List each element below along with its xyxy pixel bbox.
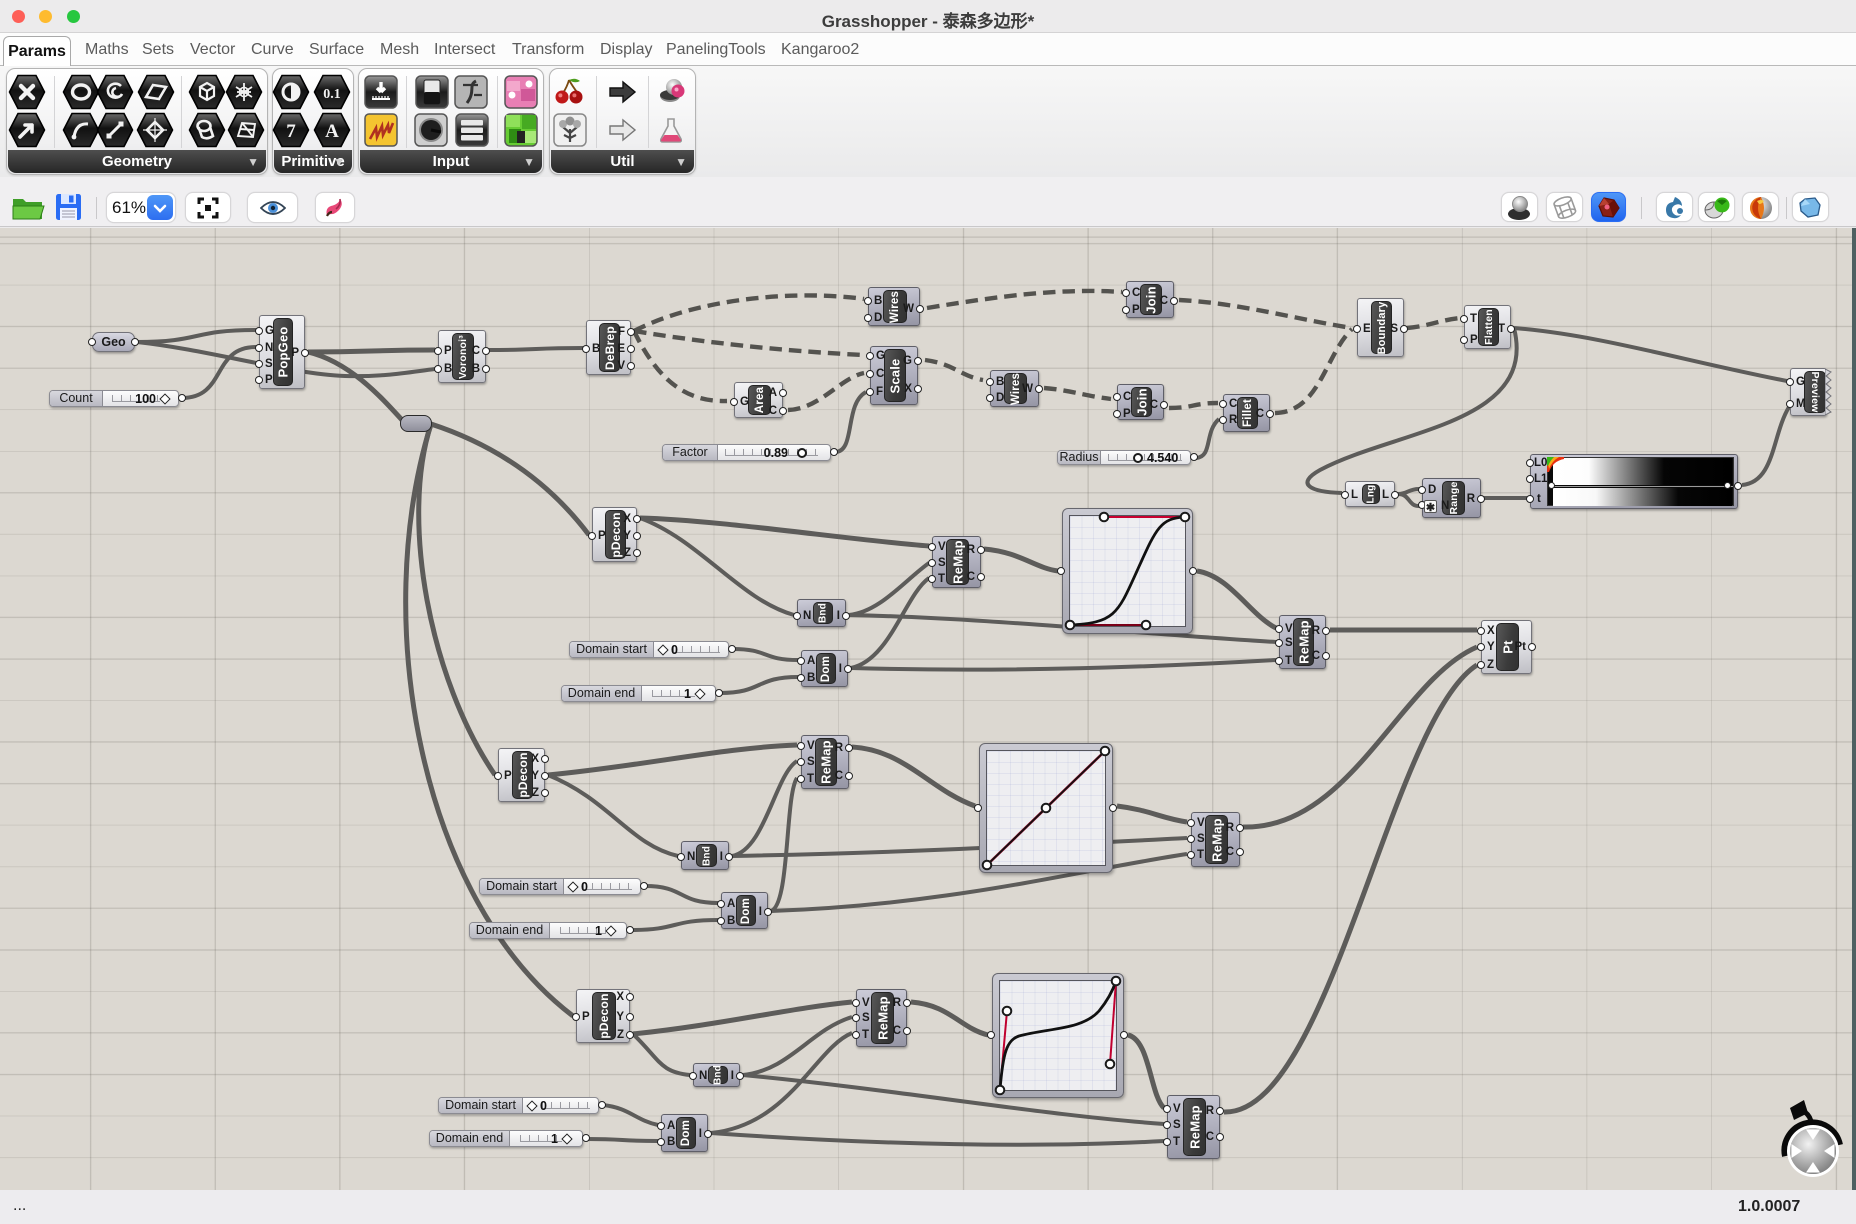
svg-text:A: A xyxy=(325,121,339,142)
svg-text:0.1: 0.1 xyxy=(323,87,341,102)
svg-text:7: 7 xyxy=(286,121,296,142)
